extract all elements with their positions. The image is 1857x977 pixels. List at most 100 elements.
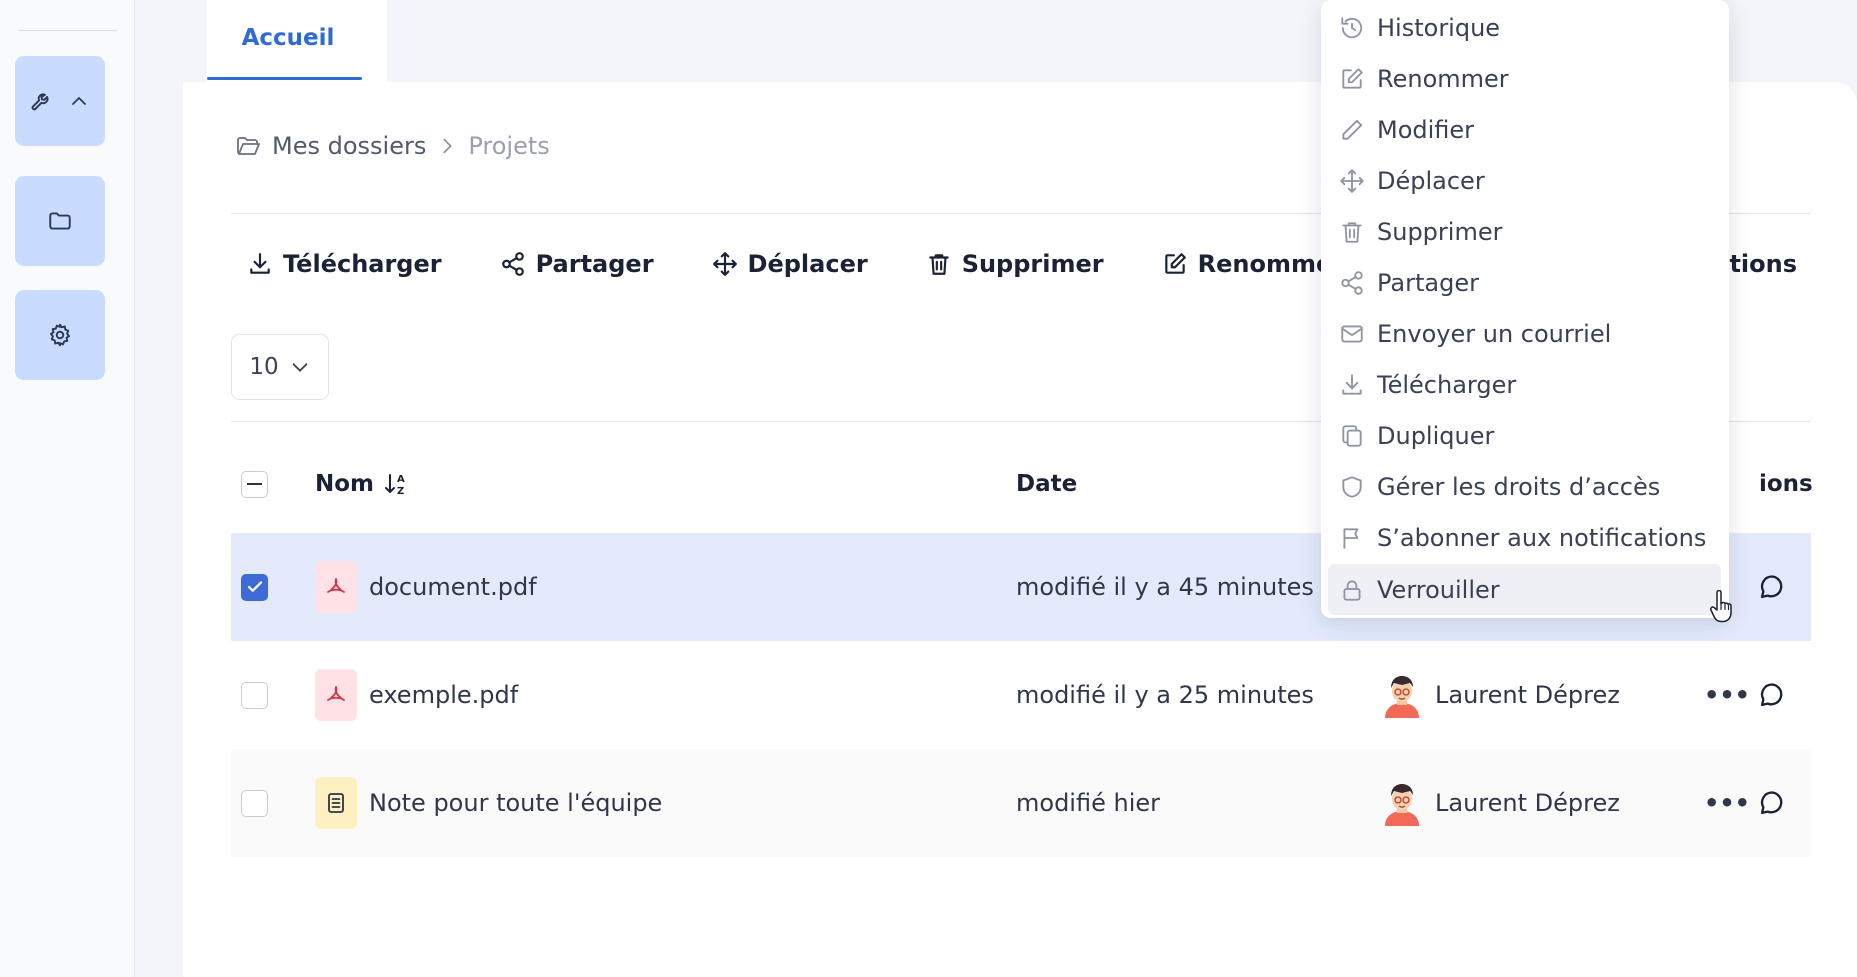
menu-item-delete[interactable]: Supprimer <box>1339 206 1502 257</box>
menu-item-email[interactable]: Envoyer un courriel <box>1339 308 1611 359</box>
date-cell: modifié il y a 45 minutes <box>1016 533 1314 641</box>
menu-item-edit[interactable]: Modifier <box>1339 104 1474 155</box>
rail-folder-button[interactable] <box>15 176 105 266</box>
menu-item-label: Déplacer <box>1377 166 1485 195</box>
file-name: Note pour toute l'équipe <box>369 789 663 817</box>
comment-button[interactable] <box>1758 641 1786 749</box>
menu-item-share[interactable]: Partager <box>1339 257 1479 308</box>
avatar <box>1385 676 1419 718</box>
breadcrumb-root[interactable]: Mes dossiers <box>272 132 426 160</box>
trash-icon <box>1342 221 1362 243</box>
move-label: Déplacer <box>747 250 868 278</box>
owner-name: Laurent Déprez <box>1435 681 1620 709</box>
menu-item-label: Télécharger <box>1377 370 1517 399</box>
comment-button[interactable] <box>1758 533 1786 641</box>
delete-button[interactable]: Supprimer <box>926 250 1104 278</box>
menu-item-download[interactable]: Télécharger <box>1339 359 1516 410</box>
checkmark-icon <box>247 581 262 592</box>
menu-item-label: Gérer les droits d’accès <box>1377 472 1661 501</box>
page-size-value: 10 <box>249 354 279 380</box>
column-header-date[interactable]: Date <box>1016 454 1077 514</box>
move-button[interactable]: Déplacer <box>712 250 868 278</box>
comment-button[interactable] <box>1758 749 1786 857</box>
column-name-label: Nom <box>315 471 375 497</box>
menu-item-subscribe[interactable]: S’abonner aux notifications <box>1339 512 1706 563</box>
menu-item-rename[interactable]: Renommer <box>1339 53 1509 104</box>
move-icon <box>712 252 737 276</box>
menu-item-lock[interactable]: Verrouiller <box>1328 564 1721 615</box>
menu-item-history[interactable]: Historique <box>1339 2 1500 53</box>
row-actions-button[interactable]: ••• <box>1704 641 1750 749</box>
menu-item-duplicate[interactable]: Dupliquer <box>1339 410 1494 461</box>
tab-label: Accueil <box>241 25 335 51</box>
menu-item-label: Renommer <box>1377 64 1509 93</box>
download-label: Télécharger <box>283 250 442 278</box>
file-date: modifié il y a 45 minutes <box>1016 573 1314 601</box>
file-date: modifié il y a 25 minutes <box>1016 681 1314 709</box>
table-row[interactable]: Note pour toute l'équipe modifié hier La… <box>231 749 1811 857</box>
download-icon <box>1342 373 1362 395</box>
column-header-name[interactable]: Nom AZ <box>315 454 410 514</box>
flag-icon <box>1343 527 1359 549</box>
menu-item-label: S’abonner aux notifications <box>1377 523 1707 552</box>
history-icon <box>1341 16 1363 38</box>
more-actions-button[interactable]: tions <box>1729 250 1797 278</box>
svg-text:Z: Z <box>397 486 404 497</box>
menu-item-permissions[interactable]: Gérer les droits d’accès <box>1339 461 1660 512</box>
tab-accueil[interactable]: Accueil <box>207 0 387 82</box>
move-icon <box>1340 168 1364 193</box>
shield-icon <box>1342 475 1362 498</box>
column-date-label: Date <box>1016 471 1078 497</box>
menu-item-move[interactable]: Déplacer <box>1339 155 1485 206</box>
share-icon <box>501 252 524 276</box>
tools-menu-button[interactable] <box>15 56 105 146</box>
name-cell[interactable]: document.pdf <box>315 533 537 641</box>
file-name: document.pdf <box>369 573 537 601</box>
row-checkbox[interactable] <box>241 573 268 601</box>
table-row[interactable]: exemple.pdf modifié il y a 25 minutes La… <box>231 641 1811 749</box>
sort-az-icon: AZ <box>385 474 405 497</box>
more-horizontal-icon: ••• <box>1704 681 1751 709</box>
owner-cell: Laurent Déprez <box>1381 749 1620 857</box>
note-icon <box>315 777 357 829</box>
download-button[interactable]: Télécharger <box>247 250 442 278</box>
share-icon <box>1341 270 1363 295</box>
row-checkbox-cell <box>241 749 268 857</box>
date-cell: modifié hier <box>1016 749 1160 857</box>
select-all-cell <box>241 454 268 514</box>
page-size-select[interactable]: 10 <box>231 334 329 400</box>
share-label: Partager <box>535 250 654 278</box>
share-button[interactable]: Partager <box>500 250 654 278</box>
menu-item-label: Envoyer un courriel <box>1377 319 1612 348</box>
rename-button[interactable]: Renommer <box>1162 250 1344 278</box>
rename-icon <box>1342 67 1363 89</box>
pdf-icon <box>315 561 357 613</box>
download-icon <box>250 253 270 274</box>
lock-icon <box>1343 579 1361 601</box>
menu-item-label: Modifier <box>1377 115 1475 144</box>
name-cell[interactable]: exemple.pdf <box>315 641 518 749</box>
file-name: exemple.pdf <box>369 681 519 709</box>
column-header-actions: ions <box>1759 454 1813 514</box>
menu-item-label: Supprimer <box>1377 217 1503 246</box>
chevron-down-icon <box>292 363 307 372</box>
name-cell[interactable]: Note pour toute l'équipe <box>315 749 662 857</box>
folder-open-icon <box>237 137 260 155</box>
mail-icon <box>1341 324 1363 343</box>
date-cell: modifié il y a 25 minutes <box>1016 641 1314 749</box>
context-menu: Historique Renommer Modifier Déplacer Su… <box>1321 0 1729 618</box>
row-actions-button[interactable]: ••• <box>1704 749 1750 857</box>
breadcrumb: Mes dossiers Projets <box>236 132 550 160</box>
gear-icon <box>49 323 71 347</box>
chevron-up-icon <box>72 97 86 105</box>
row-checkbox[interactable] <box>241 789 268 817</box>
toolbar: Télécharger Partager Déplacer Supprimer … <box>247 250 1402 278</box>
folder-icon <box>49 212 71 230</box>
more-horizontal-icon: ••• <box>1704 789 1751 817</box>
menu-item-label: Verrouiller <box>1377 575 1500 604</box>
rail-settings-button[interactable] <box>15 290 105 380</box>
column-actions-label: ions <box>1759 471 1813 497</box>
select-all-checkbox[interactable] <box>241 470 268 498</box>
trash-icon <box>928 254 949 275</box>
row-checkbox[interactable] <box>241 681 268 709</box>
